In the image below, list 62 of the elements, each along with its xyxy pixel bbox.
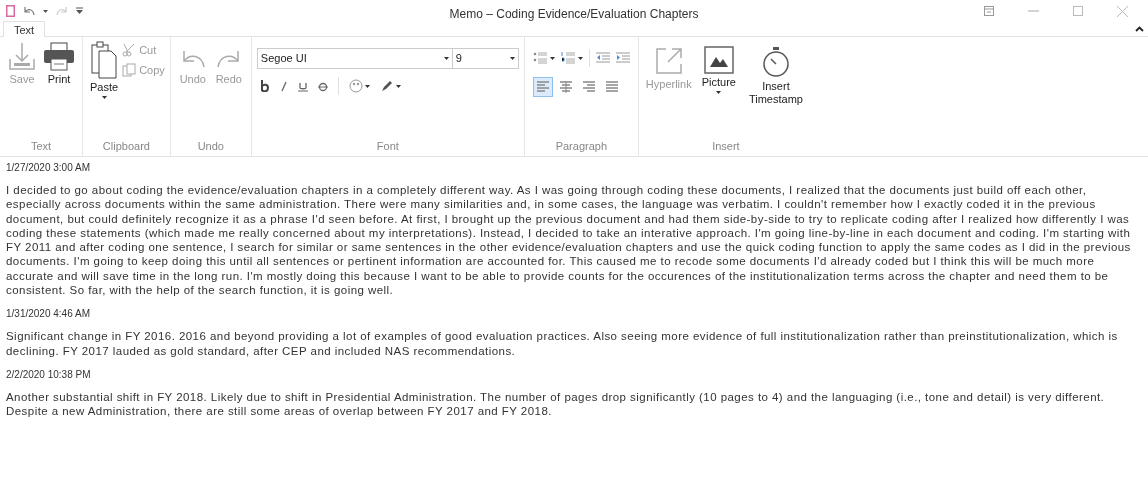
copy-icon [122,62,137,77]
marker-icon [379,79,394,93]
memo-paragraph: I decided to go about coding the evidence/evaluation chapters in a completely different way. As I was going through coding these documents, I realized that the documents just build off each other, especially across documents within the same administration. There were many similarities and, in some cases, the language was verbatim. I couldn't remember how I exactly coded it in the previous document, but could definitely recognize it as a phrase I'd seen before. At first, I brought up the previous document and had them side-by-side to try to replicate coding after I realized how differently I was coding these statements (which made me really concerned about my interpretations). Instead, I decided to take an interative approach. I'm going line-by-line in each document and coding. I'm starting with FY 2011 and after coding one sentence, I search for similar or same sentences in the other evidence/evaluation chapters and use the quick coding function to apply the same codes as I did in the previous documents. I'm going to keep doing this until all sentences or pertinent information are accounted for. This caused me to recode some documents I'd already coded but I think this will be much more accurate and will save time in the long run. I'm mostly doing this because I want to be able to provide counts for the occurences of the institutionalization terms across the chapter and need them to be consistent. So far, with the help of the search function, it is going well. [6,183,1132,298]
memo-paragraph: Another substantial shift in FY 2018. Likely due to shift in Presidential Administration. The number of pages drop significantly (10 pages to 4) and the languaging (i.e., tone and detail) is very different. Despite a new Administration, there are still some areas of overlap between FY 2017 and FY 2018. [6,389,1106,419]
highlighter-dropdown[interactable] [379,79,401,93]
bullet-list-icon [532,52,547,64]
stopwatch-icon [760,46,791,78]
font-size-combo[interactable]: 9 [452,48,519,69]
picture-button[interactable]: Picture [699,45,738,94]
indent-icon[interactable] [615,52,630,64]
timestamp: 1/27/2020 3:00 AM [6,161,91,175]
align-left-button[interactable] [532,77,553,97]
bullet-list-dropdown[interactable] [532,52,555,64]
save-icon [7,41,37,71]
customize-icon [76,7,83,15]
printer-icon [43,41,75,71]
app-icon [6,5,15,17]
numbered-list-icon [560,52,575,64]
caret-icon [577,56,583,60]
close-icon[interactable] [1117,5,1128,17]
caret-icon [549,56,555,60]
caret-icon [509,57,515,60]
group-label: Undo [196,138,225,154]
undo-icon[interactable] [23,6,35,16]
print-button[interactable]: Print [41,40,77,86]
caret-icon [364,84,370,88]
timestamp: 2/2/2020 10:38 PM [6,367,92,382]
outdent-icon[interactable] [595,52,610,64]
strikethrough-icon[interactable] [317,80,328,92]
caret-icon [395,84,401,88]
picture-icon [703,46,734,74]
font-name-combo[interactable]: Segoe UI [256,48,453,69]
timestamp: 1/31/2020 4:46 AM [6,307,91,322]
memo-paragraph: Significant change in FY 2016. 2016 and beyond providing a lot of examples of good evaluation practices. Also seeing more evidence of full institutionalization rather than preinstitutionalization, which is declining. FY 2017 lauded as gold standard, after CEP and included NAS recommendations. [6,329,1119,358]
justify-icon [605,81,618,93]
link-icon [653,46,684,76]
italic-icon[interactable] [279,80,288,92]
caret-icon [716,91,722,94]
caret-icon [443,57,449,60]
align-left-icon [536,81,549,93]
caret-icon [43,9,48,13]
bold-icon[interactable] [259,80,270,92]
caret-icon [101,96,107,99]
underline-icon[interactable] [297,80,308,92]
window-title: Memo – Coding Evidence/Evaluation Chapters [448,6,700,23]
ribbon-display-icon[interactable] [984,6,994,16]
maximize-icon[interactable] [1073,6,1083,16]
timestamp-button[interactable]: Insert Timestamp [743,45,808,106]
align-center-icon [559,81,572,93]
group-label: Font [375,138,400,154]
group-label: Insert [711,138,741,154]
group-label: Text [29,138,53,154]
font-color-dropdown[interactable] [348,79,370,93]
paste-button[interactable]: Paste [88,40,121,99]
group-label: Paragraph [554,138,608,154]
clipboard-icon [90,41,119,79]
scissors-icon [122,43,137,58]
numbered-list-dropdown[interactable] [560,52,583,64]
group-label: Clipboard [101,138,151,154]
ribbon-tab[interactable]: Text [3,21,46,37]
align-right-icon [582,81,595,93]
collapse-ribbon-icon[interactable] [1135,26,1144,32]
